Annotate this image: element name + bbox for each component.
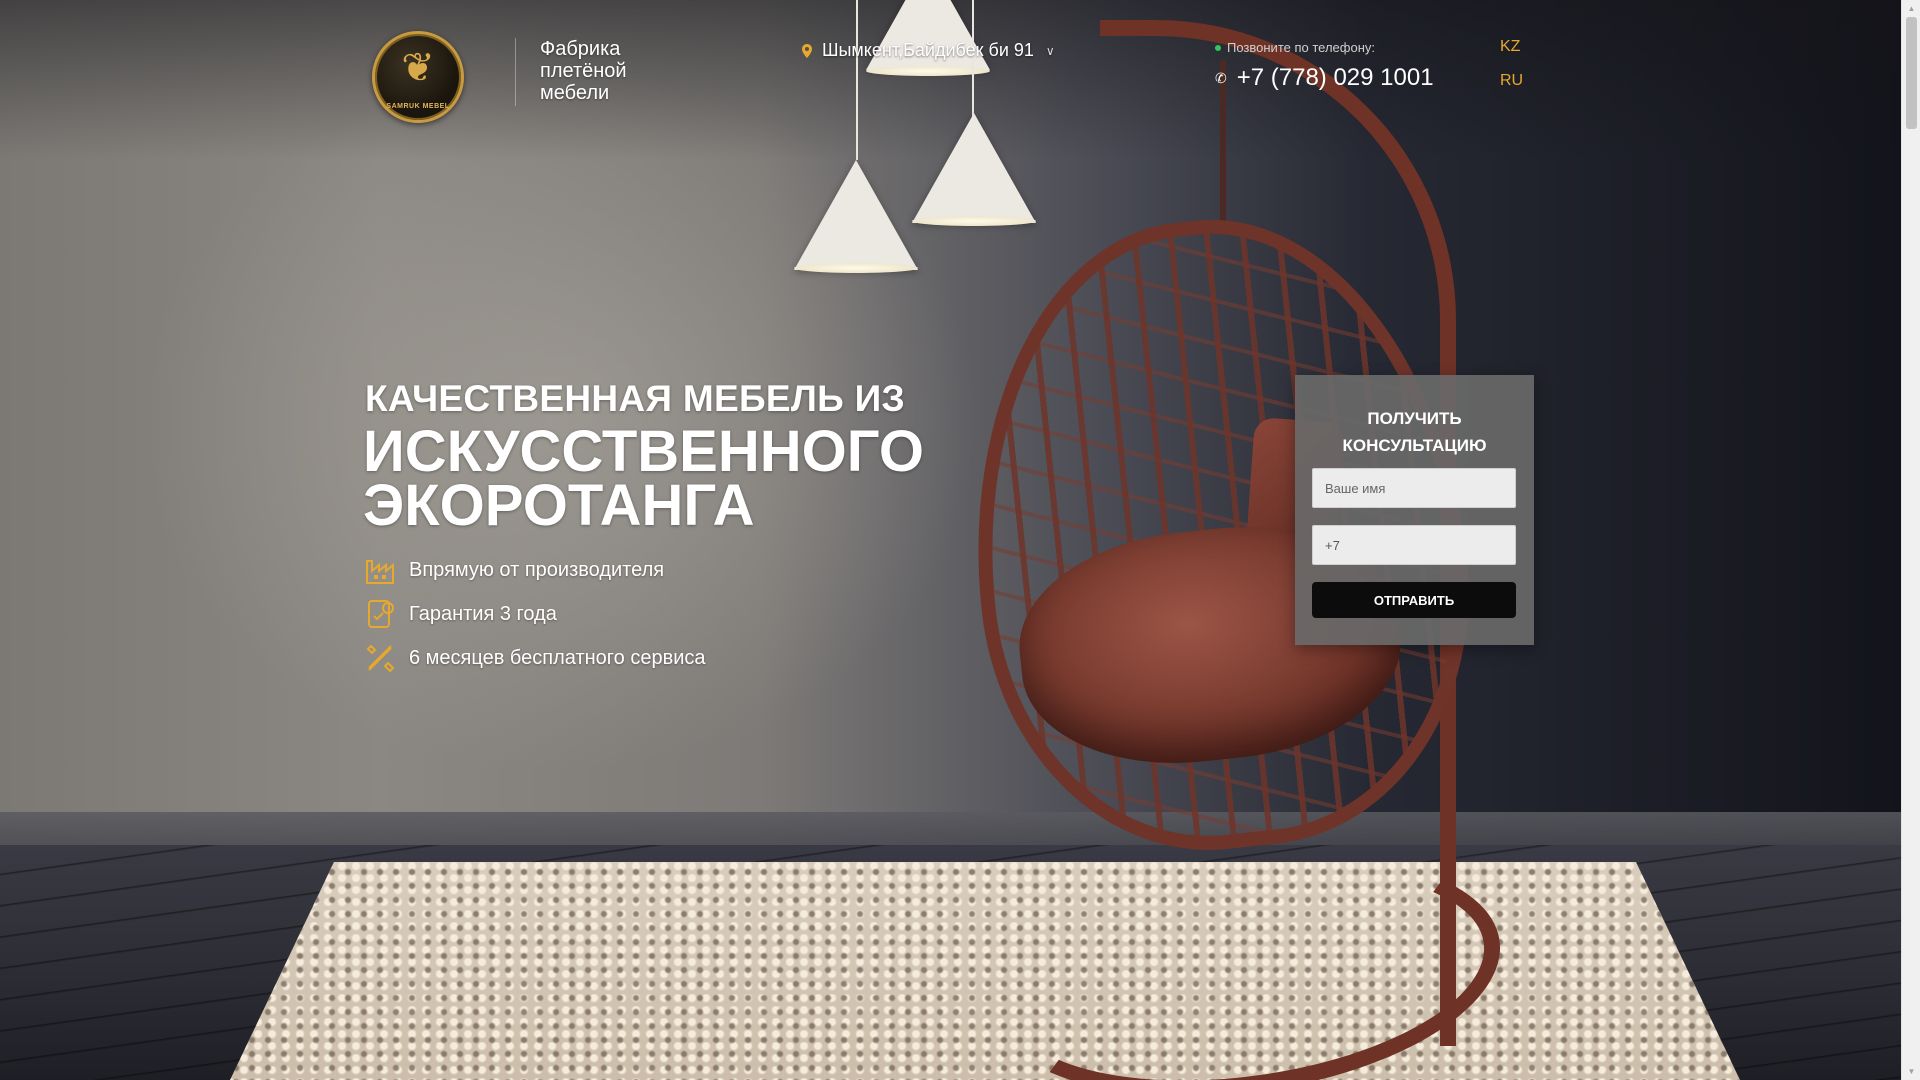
tools-icon bbox=[365, 642, 397, 674]
phone-input[interactable] bbox=[1312, 525, 1516, 565]
lamp-rim bbox=[912, 216, 1036, 226]
lamp-shade-image bbox=[794, 160, 918, 270]
feature-text: Впрямую от производителя bbox=[409, 558, 665, 581]
guarantee-icon bbox=[365, 598, 397, 630]
name-input[interactable] bbox=[1312, 468, 1516, 508]
hero-heading-line1: КАЧЕСТВЕННАЯ МЕБЕЛЬ ИЗ bbox=[365, 378, 905, 419]
lang-kz-link[interactable]: KZ bbox=[1500, 38, 1520, 56]
feature-text: 6 месяцев бесплатного сервиса bbox=[409, 646, 706, 669]
phone-link[interactable]: ✆ +7 (778) 029 1001 bbox=[1215, 64, 1434, 92]
online-dot-icon bbox=[1215, 44, 1221, 51]
scroll-down-icon[interactable]: ▼ bbox=[1902, 1063, 1920, 1080]
factory-icon bbox=[365, 554, 397, 586]
hero-section: ❦ SAMRUK MEBEL Фабрика плетёной мебели Ш… bbox=[0, 0, 1901, 1080]
location-pin-icon bbox=[802, 43, 812, 58]
scroll-up-icon[interactable]: ▲ bbox=[1902, 0, 1920, 17]
logo-text: SAMRUK MEBEL bbox=[386, 103, 450, 110]
lang-ru-link[interactable]: RU bbox=[1500, 72, 1523, 90]
feature-item: Впрямую от производителя bbox=[365, 548, 705, 592]
phoenix-icon: ❦ bbox=[401, 46, 435, 90]
chevron-down-icon: ∨ bbox=[1045, 43, 1055, 58]
consultation-form: ПОЛУЧИТЬ КОНСУЛЬТАЦИЮ ОТПРАВИТЬ bbox=[1295, 375, 1534, 645]
header-divider bbox=[515, 38, 516, 106]
hero-heading-line2: ИСКУССТВЕННОГО ЭКОРОТАНГА bbox=[363, 419, 924, 538]
baseboard bbox=[0, 812, 1901, 848]
lamp-shade-image bbox=[912, 113, 1036, 223]
logo[interactable]: ❦ SAMRUK MEBEL bbox=[372, 31, 464, 123]
lamp-cord bbox=[972, 0, 974, 125]
address-selector[interactable]: Шымкент,Байдибек би 91 ∨ bbox=[800, 40, 1055, 61]
address-text: Шымкент,Байдибек би 91 bbox=[822, 40, 1034, 60]
form-title: ПОЛУЧИТЬ КОНСУЛЬТАЦИЮ bbox=[1342, 409, 1487, 455]
phone-number: +7 (778) 029 1001 bbox=[1236, 64, 1434, 91]
call-label: Позвоните по телефону: bbox=[1215, 40, 1375, 55]
scrollbar-thumb[interactable] bbox=[1906, 17, 1917, 129]
phone-icon: ✆ bbox=[1215, 69, 1227, 86]
call-label-text: Позвоните по телефону: bbox=[1227, 40, 1375, 55]
lamp-rim bbox=[794, 263, 918, 273]
feature-text: Гарантия 3 года bbox=[409, 602, 557, 625]
lamp-cord bbox=[856, 0, 858, 160]
site-tagline: Фабрика плетёной мебели bbox=[540, 38, 627, 104]
feature-item: 6 месяцев бесплатного сервиса bbox=[365, 636, 705, 680]
vertical-scrollbar[interactable]: ▲ ▼ bbox=[1901, 0, 1920, 1080]
rug-image bbox=[210, 862, 1760, 1080]
feature-item: Гарантия 3 года bbox=[365, 592, 705, 636]
feature-list: Впрямую от производителя Гарантия 3 года… bbox=[365, 548, 705, 680]
submit-button[interactable]: ОТПРАВИТЬ bbox=[1312, 582, 1516, 618]
